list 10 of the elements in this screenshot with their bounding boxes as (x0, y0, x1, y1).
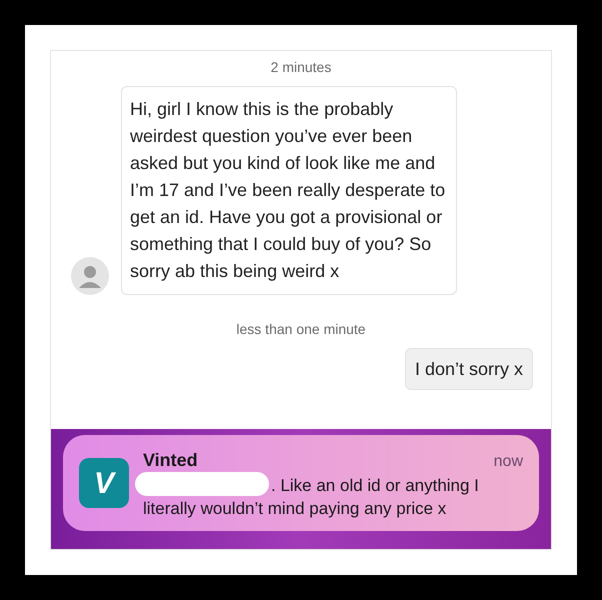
message-bubble: I don’t sorry x (404, 348, 533, 390)
notification-text: . Like an old id or anything I literally wouldn’t mind paying any price x (143, 474, 480, 520)
message-bubble: Hi, girl I know this is the probably weirdest question you’ve ever been asked but you kind of look like me and I’m 17 and I’ve been really desperate to get an id. Have you got a provisional or something that I could buy of you? So sorry ab this being weird x (121, 86, 457, 295)
notification-card[interactable]: V Vinted now . Like an old id or anything I literally wouldn’t mind paying any price x (63, 435, 539, 531)
app-name: Vinted (143, 448, 198, 472)
timestamp: 2 minutes (270, 58, 332, 77)
app-logo: V (79, 458, 129, 508)
timestamp: less than one minute (236, 320, 366, 339)
avatar-icon (71, 257, 109, 295)
notification-time: now (494, 452, 523, 472)
